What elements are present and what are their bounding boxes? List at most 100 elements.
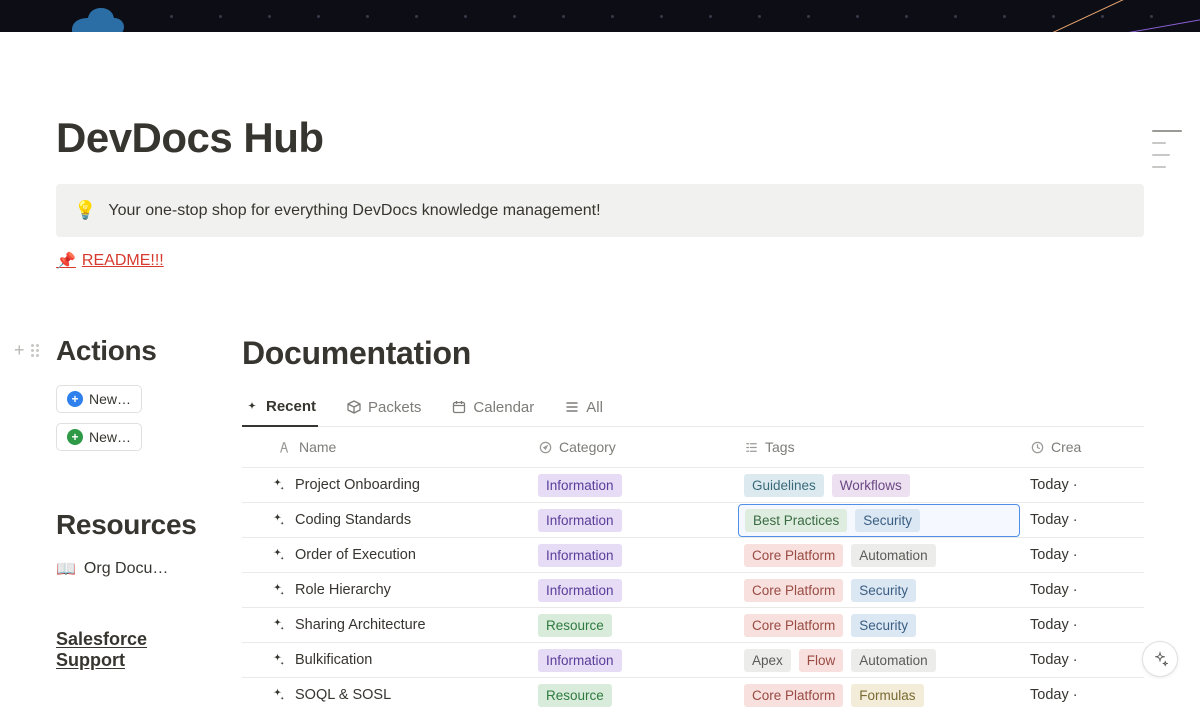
table-row[interactable]: Order of Execution Information Core Platfo… — [242, 537, 1144, 572]
bulb-icon: 💡 — [74, 200, 96, 221]
actions-heading: Actions — [56, 335, 214, 367]
list-icon — [564, 399, 580, 415]
new-button-label: New… — [89, 429, 131, 445]
callout-text: Your one-stop shop for everything DevDoc… — [108, 202, 600, 220]
time-property-icon — [1030, 440, 1045, 455]
tag-badge[interactable]: Security — [851, 614, 916, 637]
table-header-row: Name Category Tags Crea — [242, 427, 1144, 467]
tab-label: Calendar — [473, 399, 534, 416]
multiselect-property-icon — [744, 440, 759, 455]
readme-link[interactable]: 📌 README!!! — [56, 251, 164, 271]
page-icon — [270, 476, 285, 495]
tab-packets[interactable]: Packets — [344, 391, 423, 426]
category-badge[interactable]: Information — [538, 509, 622, 532]
row-title[interactable]: SOQL & SOSL — [295, 687, 391, 703]
drag-handle-icon — [31, 344, 39, 357]
package-icon — [346, 399, 362, 415]
col-tags-label: Tags — [765, 439, 795, 455]
documentation-heading: Documentation — [242, 335, 1144, 372]
calendar-icon — [451, 399, 467, 415]
table-row[interactable]: Sharing Architecture Resource Core Platfor… — [242, 607, 1144, 642]
tags-cell[interactable]: Core Platform Security — [744, 614, 916, 637]
tag-badge[interactable]: Apex — [744, 649, 791, 672]
category-badge[interactable]: Information — [538, 649, 622, 672]
tag-badge[interactable]: Security — [855, 509, 920, 532]
tag-badge[interactable]: Best Practices — [745, 509, 847, 532]
row-title[interactable]: Bulkification — [295, 652, 372, 668]
block-insert-handle[interactable]: + — [14, 341, 39, 359]
category-badge[interactable]: Information — [538, 579, 622, 602]
table-row[interactable]: Role Hierarchy Information Core Platform Se… — [242, 572, 1144, 607]
row-title[interactable]: Project Onboarding — [295, 477, 420, 493]
tag-badge[interactable]: Guidelines — [744, 474, 824, 497]
tags-cell[interactable]: Apex Flow Automation — [744, 649, 936, 672]
new-action-button-2[interactable]: + New… — [56, 423, 142, 451]
callout: 💡 Your one-stop shop for everything DevD… — [56, 184, 1144, 237]
resources-heading: Resources — [56, 509, 214, 541]
table-row[interactable]: SOQL & SOSL Resource Core Platform Formulas… — [242, 677, 1144, 712]
col-created-label: Crea — [1051, 439, 1081, 455]
tag-badge[interactable]: Workflows — [832, 474, 910, 497]
plus-icon: + — [14, 341, 25, 359]
cloud-icon — [64, 6, 128, 32]
row-title[interactable]: Coding Standards — [295, 512, 411, 528]
plus-circle-icon: + — [67, 391, 83, 407]
plus-circle-icon: + — [67, 429, 83, 445]
row-title[interactable]: Order of Execution — [295, 547, 416, 563]
row-title[interactable]: Role Hierarchy — [295, 582, 391, 598]
category-badge[interactable]: Resource — [538, 684, 612, 707]
resources-item-orgdocs[interactable]: 📖 Org Docu… — [56, 559, 206, 579]
page-title: DevDocs Hub — [56, 114, 1144, 162]
book-icon: 📖 — [56, 559, 76, 579]
tags-cell[interactable]: Core Platform Automation — [744, 544, 936, 567]
tags-cell[interactable]: Guidelines Workflows — [744, 474, 910, 497]
category-badge[interactable]: Resource — [538, 614, 612, 637]
tab-all[interactable]: All — [562, 391, 605, 426]
tags-cell[interactable]: Core Platform Security — [744, 579, 916, 602]
salesforce-support-link[interactable]: Salesforce Support — [56, 629, 214, 671]
tag-badge[interactable]: Flow — [799, 649, 844, 672]
created-value: Today · — [1030, 582, 1078, 598]
category-badge[interactable]: Information — [538, 544, 622, 567]
tag-badge[interactable]: Security — [851, 579, 916, 602]
sparkle-icon — [244, 399, 260, 415]
tab-calendar[interactable]: Calendar — [449, 391, 536, 426]
new-button-label: New… — [89, 391, 131, 407]
tags-cell[interactable]: Core Platform Formulas — [744, 684, 924, 707]
tab-label: Packets — [368, 399, 421, 416]
tag-badge[interactable]: Formulas — [851, 684, 923, 707]
tag-badge[interactable]: Core Platform — [744, 579, 843, 602]
tab-recent[interactable]: Recent — [242, 390, 318, 427]
view-tabs: Recent Packets Calendar All — [242, 390, 1144, 427]
table-row[interactable]: Coding Standards Information Best Practice… — [242, 502, 1144, 537]
tag-badge[interactable]: Core Platform — [744, 684, 843, 707]
select-property-icon — [538, 440, 553, 455]
page-outline-toggle[interactable] — [1152, 130, 1182, 168]
tag-badge[interactable]: Automation — [851, 649, 935, 672]
created-value: Today · — [1030, 547, 1078, 563]
tag-badge[interactable]: Core Platform — [744, 544, 843, 567]
row-title[interactable]: Sharing Architecture — [295, 617, 426, 633]
title-property-icon — [278, 440, 293, 455]
category-badge[interactable]: Information — [538, 474, 622, 497]
tags-cell[interactable]: Best Practices Security — [738, 504, 1020, 537]
tag-badge[interactable]: Core Platform — [744, 614, 843, 637]
created-value: Today · — [1030, 617, 1078, 633]
tag-badge[interactable]: Automation — [851, 544, 935, 567]
col-name-label: Name — [299, 439, 336, 455]
page-icon — [270, 616, 285, 635]
page-icon — [270, 651, 285, 670]
page-icon — [270, 686, 285, 705]
table-row[interactable]: Bulkification Information Apex Flow Automati… — [242, 642, 1144, 677]
table-row[interactable]: Project Onboarding Information Guidelines W… — [242, 467, 1144, 502]
created-value: Today · — [1030, 477, 1078, 493]
tab-label: All — [586, 399, 603, 416]
tab-label: Recent — [266, 398, 316, 415]
ai-assist-button[interactable] — [1142, 641, 1178, 677]
page-icon — [270, 581, 285, 600]
new-action-button-1[interactable]: + New… — [56, 385, 142, 413]
page-icon — [270, 511, 285, 530]
created-value: Today · — [1030, 652, 1078, 668]
cover-banner — [0, 0, 1200, 32]
created-value: Today · — [1030, 512, 1078, 528]
